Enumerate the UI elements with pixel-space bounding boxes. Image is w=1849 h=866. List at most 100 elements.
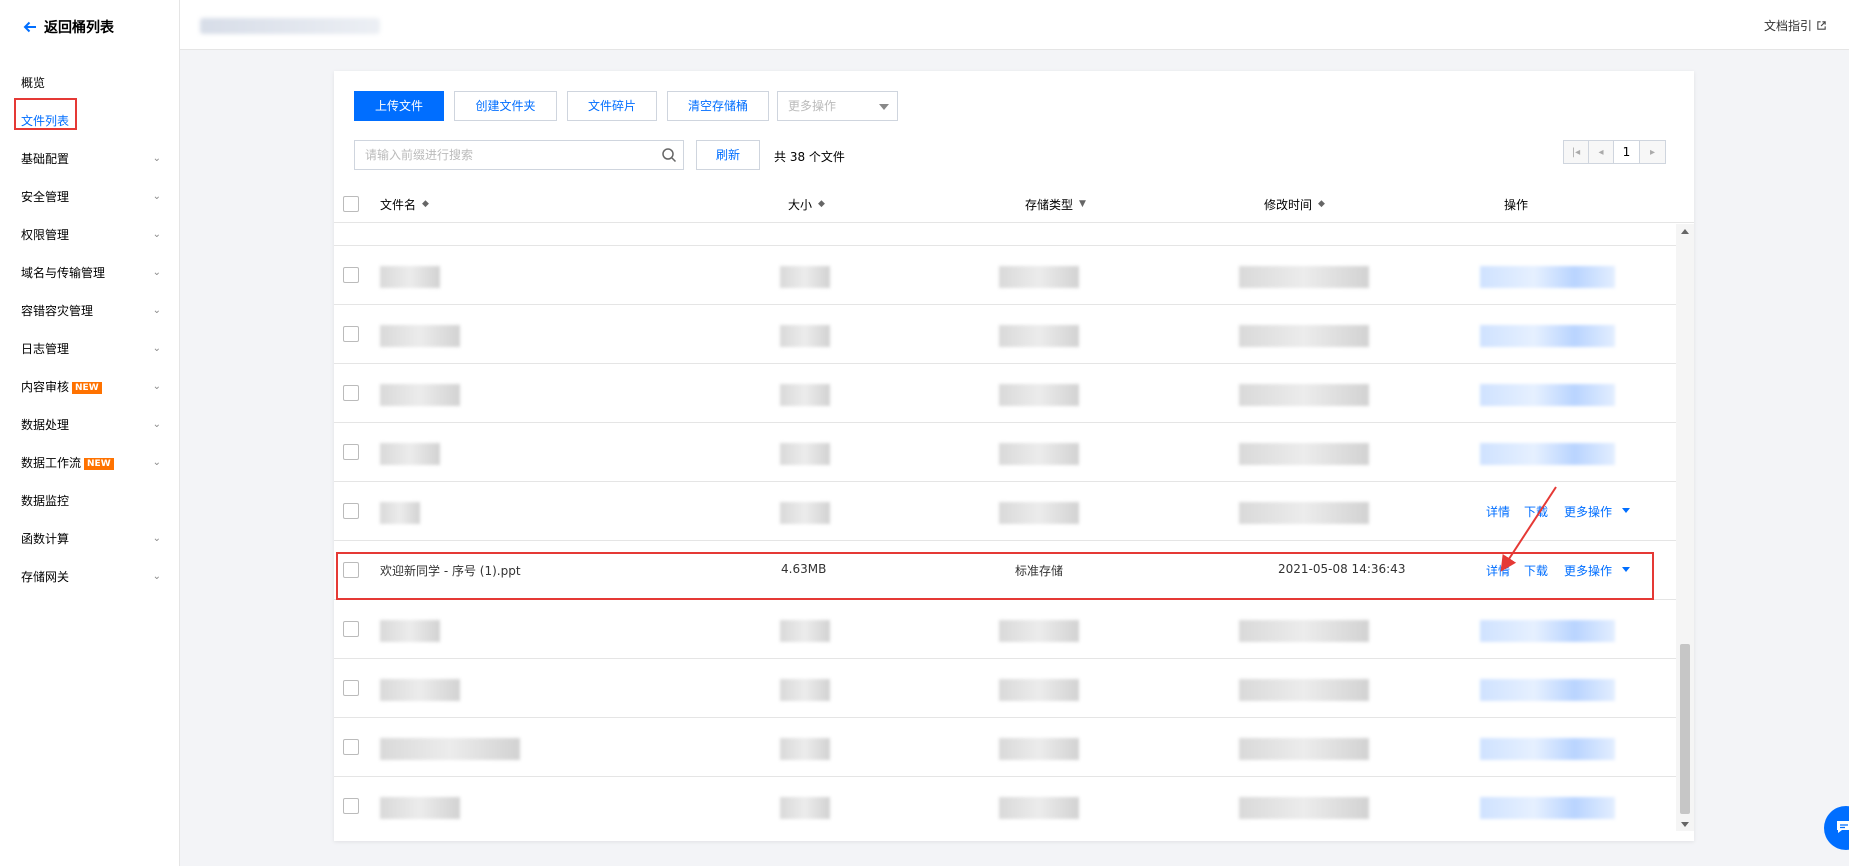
row-checkbox[interactable]: [343, 562, 359, 578]
col-storage-label: 存储类型: [1025, 198, 1074, 212]
select-all-checkbox[interactable]: [343, 196, 359, 212]
col-storage-header[interactable]: 存储类型 ▼: [1025, 196, 1086, 213]
storage-type: 标准存储: [1015, 564, 1064, 578]
sidebar-item-label: 文件列表: [21, 114, 70, 128]
actions-blurred[interactable]: [1480, 266, 1615, 288]
storage-type-blurred: [999, 797, 1079, 819]
table-row-highlighted: 欢迎新同学 - 序号 (1).ppt 4.63MB 标准存储 2021-05-08 1…: [334, 541, 1676, 600]
prev-page-button[interactable]: ◂: [1589, 141, 1614, 163]
sidebar-item[interactable]: 域名与传输管理 ⌄: [0, 254, 179, 292]
actions-blurred[interactable]: [1480, 620, 1615, 642]
file-name-blurred: [380, 384, 460, 406]
sidebar-item[interactable]: 基础配置 ⌄: [0, 140, 179, 178]
clear-bucket-button[interactable]: 清空存储桶: [667, 91, 769, 121]
download-link[interactable]: 下载: [1524, 503, 1548, 520]
table-row: 详情 下载 更多操作: [334, 482, 1676, 541]
chevron-down-icon: ⌄: [152, 229, 161, 240]
scrollbar-thumb[interactable]: [1680, 644, 1690, 814]
sidebar-item[interactable]: 日志管理 ⌄: [0, 330, 179, 368]
upload-button[interactable]: 上传文件: [354, 91, 444, 121]
row-checkbox[interactable]: [343, 503, 359, 519]
storage-type-blurred: [999, 620, 1079, 642]
sidebar-item[interactable]: 文件列表: [0, 102, 179, 140]
search-box: [354, 140, 684, 170]
file-fragments-button[interactable]: 文件碎片: [567, 91, 657, 121]
row-checkbox[interactable]: [343, 385, 359, 401]
more-actions-link[interactable]: 更多操作: [1564, 562, 1612, 579]
sort-icon: ◆: [1318, 199, 1325, 209]
actions-blurred[interactable]: [1480, 384, 1615, 406]
more-operations-select[interactable]: 更多操作: [777, 91, 898, 121]
sidebar-item[interactable]: 数据监控: [0, 482, 179, 520]
sidebar-item[interactable]: 数据工作流 NEW ⌄: [0, 444, 179, 482]
back-to-bucket-list-link[interactable]: 返回桶列表: [22, 16, 114, 38]
detail-link[interactable]: 详情: [1486, 503, 1510, 520]
row-checkbox[interactable]: [343, 798, 359, 814]
sidebar-item[interactable]: 内容审核 NEW ⌄: [0, 368, 179, 406]
table-body: 详情 下载 更多操作 欢迎新同学 - 序号 (1).ppt 4.63MB 标准存储 2021…: [334, 224, 1676, 824]
bucket-name-blurred: [200, 18, 380, 34]
file-name-blurred: [380, 443, 440, 465]
chevron-down-icon: ⌄: [152, 419, 161, 430]
modified-time-blurred: [1239, 738, 1369, 760]
sidebar-item-label: 数据处理: [21, 418, 70, 432]
col-modified-header[interactable]: 修改时间 ◆: [1264, 196, 1325, 213]
col-name-header[interactable]: 文件名 ◆: [380, 196, 429, 213]
sidebar-item-label: 内容审核: [21, 380, 70, 394]
actions-blurred[interactable]: [1480, 797, 1615, 819]
actions-blurred[interactable]: [1480, 325, 1615, 347]
row-checkbox[interactable]: [343, 267, 359, 283]
more-actions-link[interactable]: 更多操作: [1564, 503, 1612, 520]
actions-blurred[interactable]: [1480, 738, 1615, 760]
scroll-up-icon[interactable]: [1681, 229, 1689, 234]
caret-down-icon: [879, 104, 889, 110]
sidebar-item[interactable]: 函数计算 ⌄: [0, 520, 179, 558]
page-number-input[interactable]: 1: [1614, 141, 1640, 163]
chat-support-button[interactable]: [1824, 806, 1849, 850]
sidebar-item[interactable]: 权限管理 ⌄: [0, 216, 179, 254]
actions-blurred[interactable]: [1480, 443, 1615, 465]
sidebar-item[interactable]: 存储网关 ⌄: [0, 558, 179, 596]
chevron-down-icon: ⌄: [152, 191, 161, 202]
arrow-left-icon: [23, 21, 36, 33]
sidebar-item[interactable]: 安全管理 ⌄: [0, 178, 179, 216]
table-row: [334, 246, 1676, 305]
col-size-header[interactable]: 大小 ◆: [788, 196, 825, 213]
more-operations-label: 更多操作: [788, 99, 837, 113]
row-checkbox[interactable]: [343, 444, 359, 460]
search-icon[interactable]: [661, 147, 677, 163]
row-checkbox[interactable]: [343, 326, 359, 342]
filter-icon: ▼: [1079, 199, 1086, 209]
first-page-button[interactable]: |◂: [1564, 141, 1589, 163]
file-name-blurred: [380, 325, 460, 347]
file-name-blurred: [380, 738, 520, 760]
scroll-down-icon[interactable]: [1681, 822, 1689, 827]
row-checkbox[interactable]: [343, 621, 359, 637]
row-checkbox[interactable]: [343, 739, 359, 755]
sidebar-item-label: 日志管理: [21, 342, 70, 356]
create-folder-button[interactable]: 创建文件夹: [454, 91, 557, 121]
storage-type-blurred: [999, 679, 1079, 701]
table-scrollbar[interactable]: [1676, 224, 1694, 831]
table-row: [334, 659, 1676, 718]
download-link[interactable]: 下载: [1524, 562, 1548, 579]
file-name-blurred: [380, 502, 420, 524]
next-page-button[interactable]: ▸: [1640, 141, 1665, 163]
doc-guide-link[interactable]: 文档指引: [1764, 17, 1827, 34]
modified-time-blurred: [1239, 266, 1369, 288]
actions-blurred[interactable]: [1480, 679, 1615, 701]
pagination: |◂ ◂ 1 ▸: [1563, 140, 1666, 164]
sidebar-item[interactable]: 容错容灾管理 ⌄: [0, 292, 179, 330]
refresh-button[interactable]: 刷新: [696, 140, 760, 170]
modified-time-blurred: [1239, 384, 1369, 406]
detail-link[interactable]: 详情: [1486, 562, 1510, 579]
table-row: [334, 224, 1676, 246]
storage-type-blurred: [999, 443, 1079, 465]
row-checkbox[interactable]: [343, 680, 359, 696]
sidebar-item[interactable]: 数据处理 ⌄: [0, 406, 179, 444]
sidebar-item[interactable]: 概览: [0, 64, 179, 102]
col-modified-label: 修改时间: [1264, 198, 1313, 212]
search-input[interactable]: [355, 141, 645, 169]
file-size-blurred: [780, 679, 830, 701]
file-size-blurred: [780, 738, 830, 760]
